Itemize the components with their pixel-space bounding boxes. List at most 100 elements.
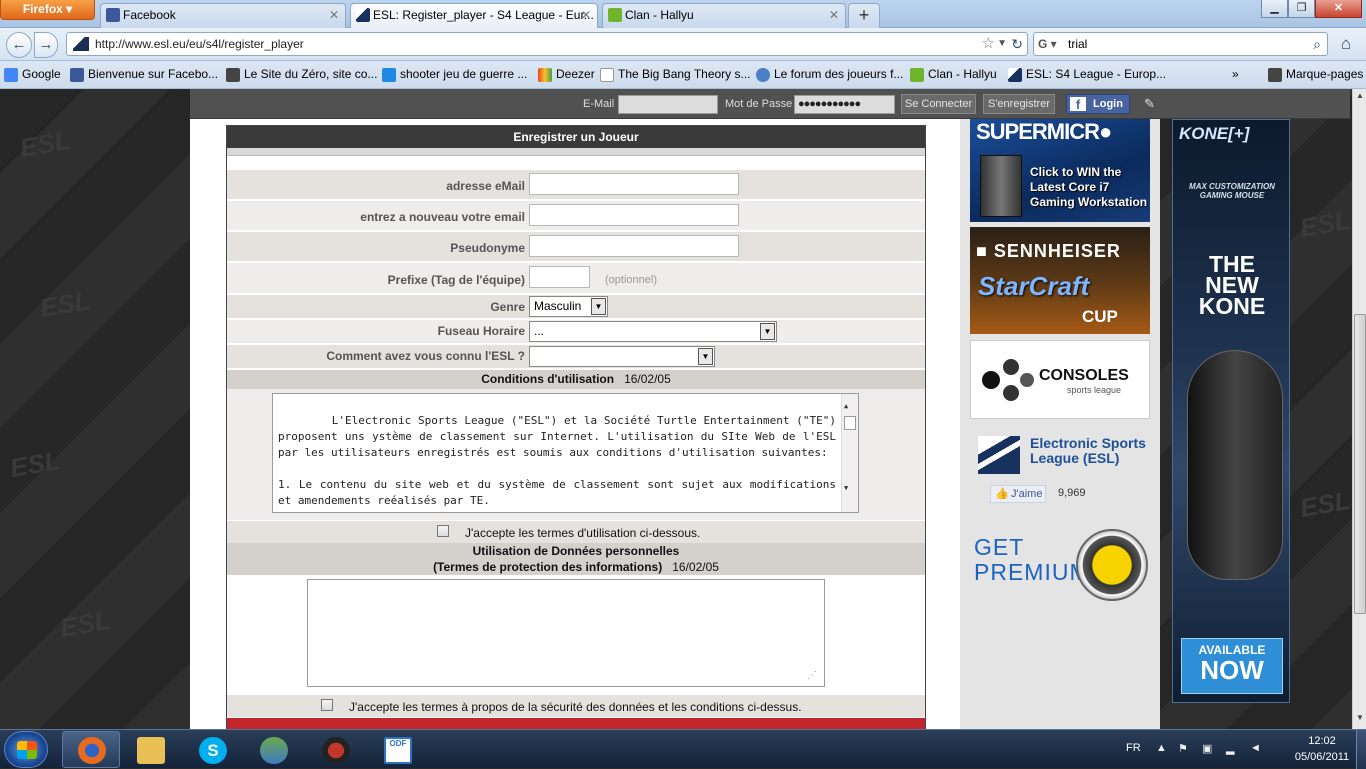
ad-tagline: MAX CUSTOMIZATION GAMING MOUSE (1189, 182, 1275, 200)
login-strip: E-Mail Mot de Passe ●●●●●●●●●●● Se Conne… (190, 89, 1350, 119)
taskbar-network[interactable] (244, 731, 302, 768)
close-window-button[interactable]: ✕ (1315, 0, 1362, 18)
bookmarks-overflow-button[interactable]: » (1232, 67, 1239, 81)
row-email-confirm: entrez a nouveau votre email (227, 201, 925, 231)
url-text: http://www.esl.eu/eu/s4l/register_player (95, 37, 304, 51)
device-icon[interactable]: ▣ (1202, 742, 1214, 755)
search-icon[interactable]: ⌕ (1313, 33, 1321, 55)
address-bar[interactable]: http://www.esl.eu/eu/s4l/register_player… (66, 32, 1028, 56)
back-button[interactable]: ← (6, 32, 32, 58)
maximize-button[interactable]: ❐ (1288, 0, 1315, 18)
close-icon[interactable]: ✕ (581, 4, 591, 26)
firefox-menu-button[interactable]: Firefox ▾ (0, 0, 95, 20)
chat-bubble-icon (910, 68, 924, 82)
show-desktop-button[interactable] (1356, 730, 1366, 769)
email-field[interactable] (529, 173, 739, 195)
scrollbar-thumb[interactable] (1354, 314, 1366, 614)
tab-esl-register[interactable]: ESL: Register_player - S4 League - Eur..… (350, 3, 598, 29)
ad-subtitle: sports league (1067, 385, 1122, 395)
taskbar-skype[interactable]: S (183, 731, 241, 768)
chevron-down-icon[interactable]: ▼ (997, 33, 1007, 55)
show-hidden-icons-icon[interactable]: ▲ (1156, 742, 1168, 754)
bookmark-shooter[interactable]: shooter jeu de guerre ... (382, 67, 527, 82)
privacy-textarea[interactable] (307, 579, 825, 687)
privacy-accept-checkbox[interactable] (321, 699, 333, 711)
referral-select[interactable]: ▼ (529, 346, 715, 367)
scroll-up-icon[interactable]: ▲ (1354, 91, 1366, 105)
login-password-input[interactable]: ●●●●●●●●●●● (794, 95, 895, 114)
tab-label: ESL: Register_player - S4 League - Eur..… (373, 8, 594, 22)
language-indicator[interactable]: FR (1126, 742, 1141, 754)
terms-textarea[interactable]: L'Electronic Sports League ("ESL") et la… (272, 393, 859, 513)
start-button[interactable] (4, 731, 48, 768)
bookmark-deezer[interactable]: Deezer (538, 67, 595, 82)
ad-roccat-kone[interactable]: KONE[+] MAX CUSTOMIZATION GAMING MOUSE T… (1172, 119, 1290, 703)
ad-cup-label: CUP (1082, 307, 1118, 326)
bookmark-clan-hallyu[interactable]: Clan - Hallyu (910, 67, 997, 82)
nickname-field[interactable] (529, 235, 739, 257)
clock-date[interactable]: 05/06/2011 (1284, 751, 1360, 763)
gender-label: Genre (490, 300, 525, 314)
like-button[interactable]: 👍 J'aime (990, 485, 1046, 503)
scrollbar-thumb[interactable] (844, 416, 856, 430)
esl-logo[interactable] (978, 436, 1020, 474)
scroll-down-icon[interactable]: ▼ (844, 480, 848, 496)
prefix-field[interactable] (529, 266, 590, 288)
bookmarks-menu-button[interactable]: Marque-pages (1268, 67, 1363, 82)
pin-icon[interactable]: ✎ (1144, 96, 1155, 112)
bookmark-forum-joueurs[interactable]: Le forum des joueurs f... (756, 67, 903, 82)
timezone-select[interactable]: ... ▼ (529, 321, 777, 342)
bookmark-big-bang-theory[interactable]: The Big Bang Theory s... (600, 67, 751, 82)
volume-icon[interactable]: ◄ (1250, 742, 1262, 754)
premium-line2: PREMIUM (974, 559, 1090, 585)
bookmark-facebook[interactable]: Bienvenue sur Facebo... (70, 67, 218, 82)
terms-scrollbar[interactable]: ▲ ▼ (841, 394, 858, 512)
folder-icon (137, 737, 165, 764)
scroll-down-icon[interactable]: ▼ (1354, 713, 1366, 727)
skype-icon: S (199, 737, 227, 764)
bookmark-google[interactable]: Google (4, 67, 61, 82)
ad-supermicro[interactable]: SUPERMICR● Click to WIN the Latest Core … (970, 119, 1150, 222)
bookmark-esl-s4[interactable]: ESL: S4 League - Europ... (1008, 67, 1166, 82)
register-button[interactable]: S'enregistrer (983, 94, 1055, 114)
signal-icon[interactable]: ▂ (1226, 742, 1238, 755)
close-icon[interactable]: ✕ (829, 4, 839, 26)
close-icon[interactable]: ✕ (329, 4, 339, 26)
search-engine-icon[interactable]: G ▾ (1038, 33, 1057, 55)
clock-time[interactable]: 12:02 (1296, 735, 1348, 747)
main-column: Enregistrer un Joueur adresse eMail entr… (190, 119, 960, 729)
gender-select[interactable]: Masculin ▼ (529, 296, 608, 317)
resize-grip-icon[interactable]: ⋰ (807, 670, 817, 681)
new-tab-button[interactable]: + (848, 3, 880, 28)
reload-icon[interactable]: ↻ (1011, 33, 1023, 55)
fb-page-name[interactable]: Electronic Sports League (ESL) (1030, 436, 1148, 466)
forward-button[interactable]: → (34, 32, 58, 58)
taskbar-explorer[interactable] (121, 731, 179, 768)
minimize-button[interactable]: ▁ (1261, 0, 1288, 18)
connect-button[interactable]: Se Connecter (901, 94, 976, 114)
tab-facebook[interactable]: Facebook ✕ (100, 3, 346, 28)
search-input[interactable]: G ▾ trial ⌕ (1033, 32, 1328, 56)
thumbs-up-icon: 👍 (995, 488, 1009, 500)
available-now-badge[interactable]: AVAILABLE NOW (1181, 638, 1283, 694)
background-pattern: ESL (1297, 204, 1352, 244)
page-scrollbar[interactable]: ▲ ▼ (1352, 89, 1366, 729)
s4league-icon (322, 737, 350, 764)
taskbar-s4league[interactable] (306, 731, 364, 768)
facebook-login-button[interactable]: f Login (1066, 94, 1130, 114)
home-icon[interactable]: ⌂ (1334, 34, 1358, 56)
scroll-up-icon[interactable]: ▲ (844, 398, 848, 414)
esl-icon (356, 8, 370, 22)
ad-sennheiser-starcraft[interactable]: ■ SENNHEISER StarCraft CUP (970, 227, 1150, 334)
get-premium-banner[interactable]: GET PREMIUM (974, 529, 1154, 609)
ad-consoles-league[interactable]: CONSOLES sports league (970, 340, 1150, 419)
taskbar-odf-document[interactable]: ODF (368, 731, 426, 768)
taskbar-firefox[interactable] (62, 731, 120, 768)
email-confirm-field[interactable] (529, 204, 739, 226)
login-email-input[interactable] (618, 95, 718, 114)
bookmark-site-du-zero[interactable]: Le Site du Zéro, site co... (226, 67, 377, 82)
flag-icon[interactable]: ⚑ (1178, 742, 1190, 755)
star-icon[interactable]: ☆ (982, 33, 995, 55)
tab-clan-hallyu[interactable]: Clan - Hallyu ✕ (602, 3, 846, 28)
terms-accept-checkbox[interactable] (437, 525, 449, 537)
